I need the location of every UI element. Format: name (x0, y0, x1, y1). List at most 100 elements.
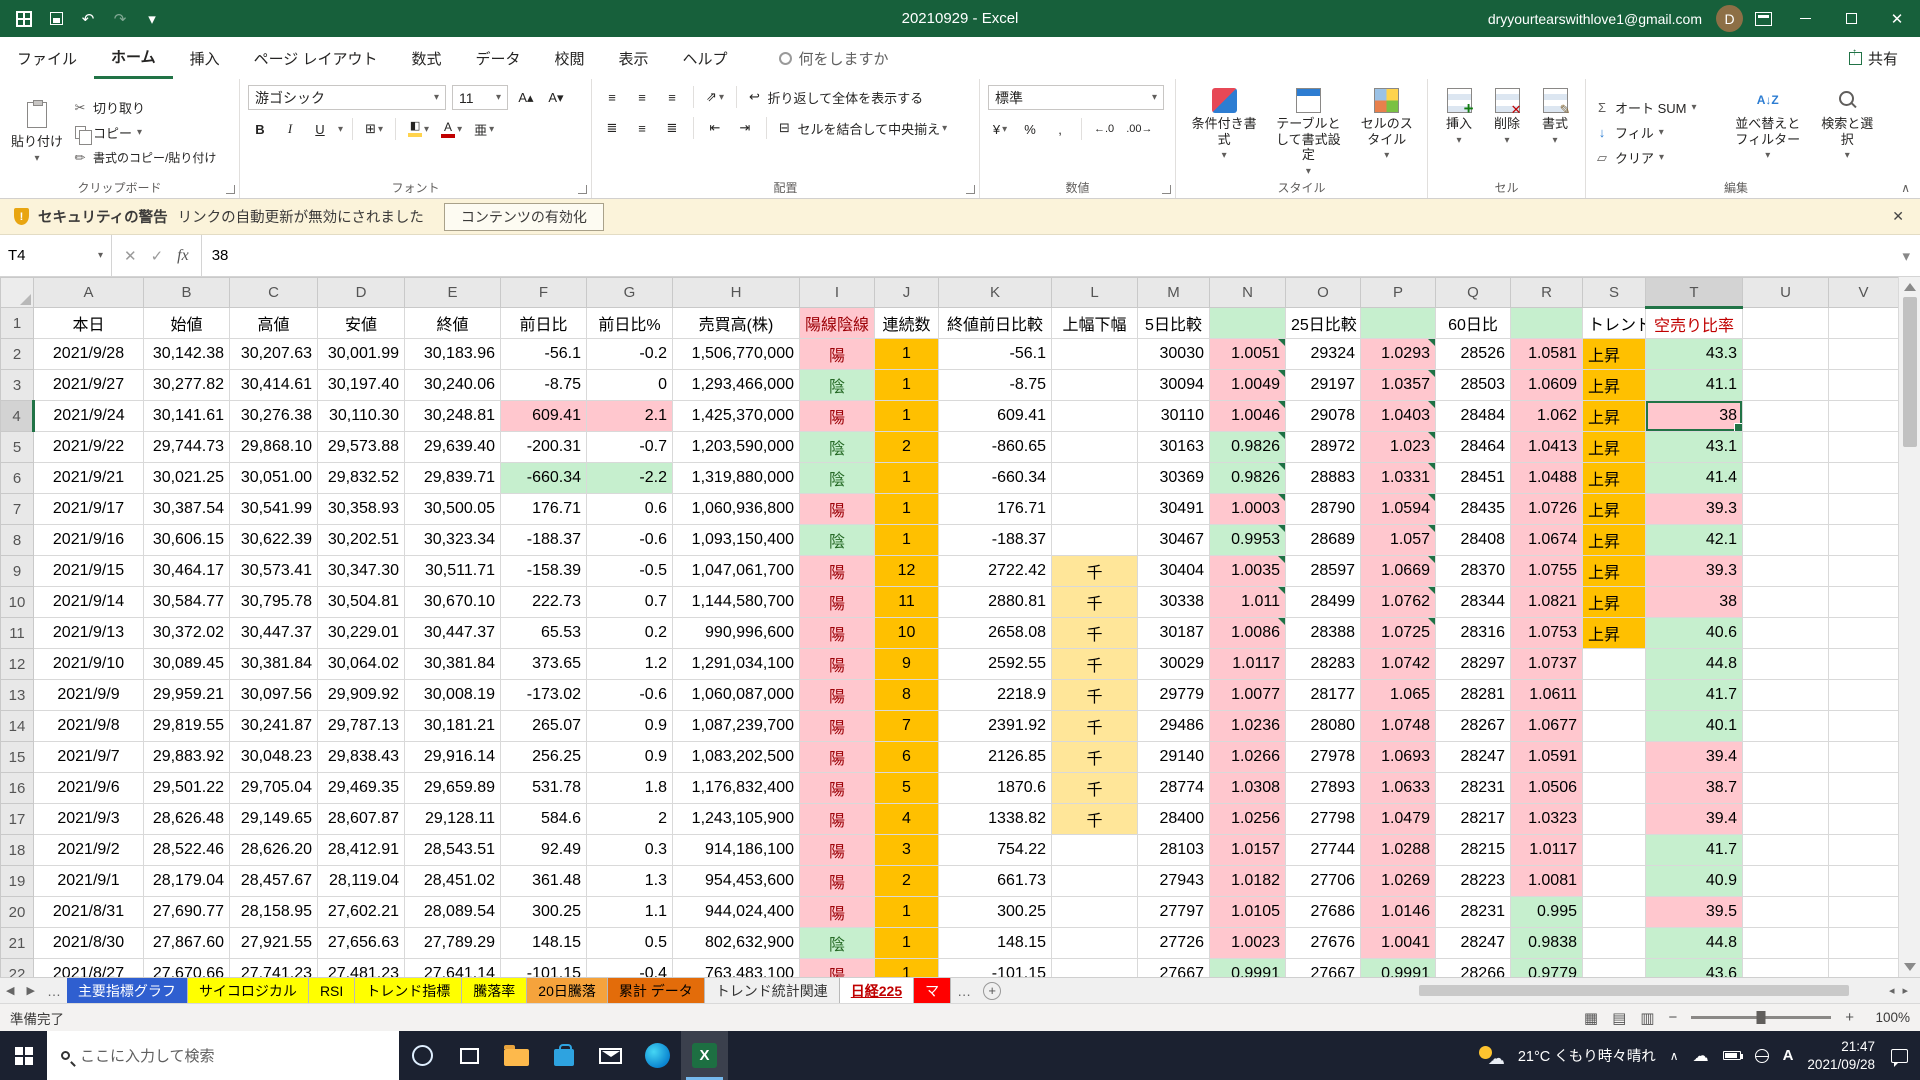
cell-K22[interactable]: -101.15 (939, 959, 1052, 978)
cell-E22[interactable]: 27,641.14 (405, 959, 501, 978)
cell-D12[interactable]: 30,064.02 (318, 649, 405, 680)
cell-O18[interactable]: 27744 (1286, 835, 1361, 866)
sheet-tab-RSI[interactable]: RSI (309, 978, 355, 1003)
cell-L22[interactable] (1052, 959, 1138, 978)
hscroll-left-icon[interactable]: ◂ (1889, 984, 1895, 997)
cell-T15[interactable]: 39.4 (1646, 742, 1743, 773)
ribbon-tab-挿入[interactable]: 挿入 (173, 37, 237, 79)
cell-I1[interactable]: 陽線陰線 (800, 308, 875, 339)
cell-K14[interactable]: 2391.92 (939, 711, 1052, 742)
number-dialog-launcher[interactable] (1162, 185, 1171, 194)
find-select-button[interactable]: 検索と選択▾ (1814, 85, 1880, 180)
undo-button[interactable]: ↶ (74, 5, 102, 33)
cell-U1[interactable] (1743, 308, 1829, 339)
cell-E8[interactable]: 30,323.34 (405, 525, 501, 556)
cell-C14[interactable]: 30,241.87 (230, 711, 318, 742)
fill-button[interactable]: ↓フィル▾ (1594, 121, 1721, 145)
row-header-20[interactable]: 20 (1, 897, 34, 928)
vertical-scrollbar[interactable] (1898, 277, 1920, 977)
italic-button[interactable]: I (278, 117, 302, 141)
battery-icon[interactable] (1723, 1051, 1741, 1060)
cell-B5[interactable]: 29,744.73 (144, 432, 230, 463)
column-header-S[interactable]: S (1583, 278, 1646, 308)
row-header-15[interactable]: 15 (1, 742, 34, 773)
cell-U9[interactable] (1743, 556, 1829, 587)
cell-Q18[interactable]: 28215 (1436, 835, 1511, 866)
alignment-dialog-launcher[interactable] (966, 185, 975, 194)
cell-U16[interactable] (1743, 773, 1829, 804)
cell-U15[interactable] (1743, 742, 1829, 773)
copy-button[interactable]: コピー▾ (72, 121, 216, 145)
cell-T4[interactable]: 38 (1646, 401, 1743, 432)
column-header-G[interactable]: G (587, 278, 673, 308)
cell-G8[interactable]: -0.6 (587, 525, 673, 556)
cell-S9[interactable]: 上昇 (1583, 556, 1646, 587)
cell-C17[interactable]: 29,149.65 (230, 804, 318, 835)
align-right-button[interactable]: ≣ (660, 116, 684, 140)
cell-V2[interactable] (1829, 339, 1899, 370)
cell-R7[interactable]: 1.0726 (1511, 494, 1583, 525)
cell-U20[interactable] (1743, 897, 1829, 928)
taskbar-search-input[interactable]: ここに入力して検索 (47, 1031, 399, 1080)
percent-format-button[interactable]: % (1018, 117, 1042, 141)
row-header-7[interactable]: 7 (1, 494, 34, 525)
cell-M19[interactable]: 27943 (1138, 866, 1210, 897)
avatar[interactable]: D (1716, 5, 1743, 32)
cell-I13[interactable]: 陽 (800, 680, 875, 711)
cell-N11[interactable]: 1.0086 (1210, 618, 1286, 649)
cell-D22[interactable]: 27,481.23 (318, 959, 405, 978)
conditional-formatting-button[interactable]: 条件付き書式▾ (1184, 85, 1264, 180)
cell-J3[interactable]: 1 (875, 370, 939, 401)
cell-D8[interactable]: 30,202.51 (318, 525, 405, 556)
cell-F14[interactable]: 265.07 (501, 711, 587, 742)
clear-button[interactable]: ▱クリア▾ (1594, 146, 1721, 170)
cell-Q20[interactable]: 28231 (1436, 897, 1511, 928)
cell-J6[interactable]: 1 (875, 463, 939, 494)
cell-R21[interactable]: 0.9838 (1511, 928, 1583, 959)
cell-I22[interactable]: 陽 (800, 959, 875, 978)
sheet-more-right-button[interactable]: … (951, 978, 977, 1003)
cell-T2[interactable]: 43.3 (1646, 339, 1743, 370)
cell-E6[interactable]: 29,839.71 (405, 463, 501, 494)
cell-P18[interactable]: 1.0288 (1361, 835, 1436, 866)
comma-format-button[interactable]: , (1048, 117, 1072, 141)
cell-O17[interactable]: 27798 (1286, 804, 1361, 835)
cell-Q5[interactable]: 28464 (1436, 432, 1511, 463)
cell-J2[interactable]: 1 (875, 339, 939, 370)
cell-C10[interactable]: 30,795.78 (230, 587, 318, 618)
cell-C15[interactable]: 30,048.23 (230, 742, 318, 773)
cell-P8[interactable]: 1.057 (1361, 525, 1436, 556)
cell-O15[interactable]: 27978 (1286, 742, 1361, 773)
align-top-button[interactable]: ≡ (600, 85, 624, 109)
column-header-M[interactable]: M (1138, 278, 1210, 308)
cell-R22[interactable]: 0.9779 (1511, 959, 1583, 978)
sheet-tab-サイコロジカル[interactable]: サイコロジカル (188, 978, 309, 1003)
cell-F11[interactable]: 65.53 (501, 618, 587, 649)
cell-H19[interactable]: 954,453,600 (673, 866, 800, 897)
cell-M11[interactable]: 30187 (1138, 618, 1210, 649)
cell-V22[interactable] (1829, 959, 1899, 978)
cell-B16[interactable]: 29,501.22 (144, 773, 230, 804)
cell-D20[interactable]: 27,602.21 (318, 897, 405, 928)
cell-U21[interactable] (1743, 928, 1829, 959)
cell-M13[interactable]: 29779 (1138, 680, 1210, 711)
cell-K13[interactable]: 2218.9 (939, 680, 1052, 711)
row-header-19[interactable]: 19 (1, 866, 34, 897)
cell-E18[interactable]: 28,543.51 (405, 835, 501, 866)
cell-L13[interactable]: 千 (1052, 680, 1138, 711)
cell-F7[interactable]: 176.71 (501, 494, 587, 525)
cell-N3[interactable]: 1.0049 (1210, 370, 1286, 401)
horizontal-scrollbar[interactable] (1017, 983, 1879, 998)
row-header-17[interactable]: 17 (1, 804, 34, 835)
cell-H7[interactable]: 1,060,936,800 (673, 494, 800, 525)
select-all-button[interactable] (1, 278, 34, 308)
cell-D19[interactable]: 28,119.04 (318, 866, 405, 897)
cell-L11[interactable]: 千 (1052, 618, 1138, 649)
cell-J16[interactable]: 5 (875, 773, 939, 804)
cell-U11[interactable] (1743, 618, 1829, 649)
cell-V13[interactable] (1829, 680, 1899, 711)
cell-H8[interactable]: 1,093,150,400 (673, 525, 800, 556)
cell-V1[interactable] (1829, 308, 1899, 339)
cell-R11[interactable]: 1.0753 (1511, 618, 1583, 649)
cell-S8[interactable]: 上昇 (1583, 525, 1646, 556)
